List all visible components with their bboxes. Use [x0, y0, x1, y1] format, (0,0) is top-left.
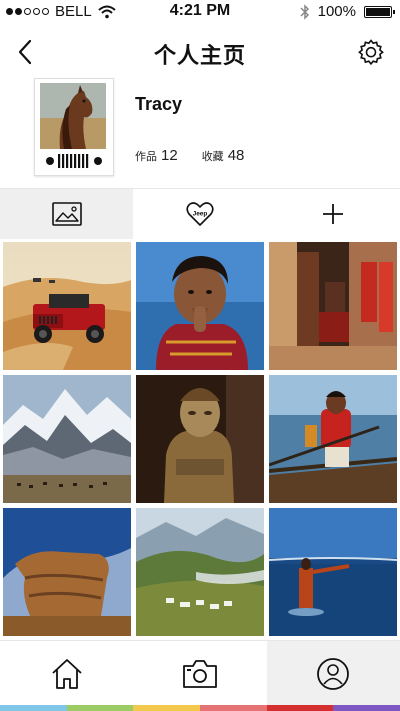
- settings-button[interactable]: [356, 38, 386, 68]
- photo-monk-in-water[interactable]: [269, 508, 397, 636]
- color-segment: [66, 705, 134, 711]
- favorites-label: 收藏: [201, 151, 224, 163]
- avatar[interactable]: [34, 78, 114, 176]
- color-segment: [266, 705, 334, 711]
- status-right: 100%: [300, 3, 395, 20]
- bottom-navigation: [0, 640, 400, 706]
- nav-home[interactable]: [0, 641, 133, 706]
- nav-camera[interactable]: [133, 641, 266, 706]
- favorites-count[interactable]: 48: [228, 147, 245, 164]
- page-title: 个人主页: [153, 43, 246, 68]
- navigation-bar: 个人主页: [0, 26, 400, 78]
- photo-jeep-desert[interactable]: [3, 242, 131, 370]
- brand-color-strip: [0, 705, 400, 711]
- works-label: 作品: [135, 151, 157, 163]
- battery-percent: 100%: [317, 3, 356, 20]
- heart-badge-text: Jeep: [193, 211, 208, 218]
- photo-snowy-mountains[interactable]: [3, 375, 131, 503]
- user-profile-icon: [317, 657, 350, 690]
- camera-icon: [183, 659, 217, 688]
- tab-favorites[interactable]: Jeep: [133, 189, 266, 239]
- profile-tabs: Jeep: [0, 188, 400, 239]
- photo-boatman-rowing[interactable]: [269, 375, 397, 503]
- home-icon: [52, 658, 82, 689]
- plus-icon: [323, 204, 344, 224]
- photo-grid: [3, 242, 397, 636]
- color-segment: [133, 705, 201, 711]
- avatar-photo: [40, 83, 106, 149]
- color-segment: [200, 705, 267, 711]
- heart-icon: Jeep: [186, 202, 214, 226]
- gear-icon: [358, 39, 384, 66]
- photo-boy-praying[interactable]: [136, 242, 264, 370]
- photo-temple-interior[interactable]: [269, 242, 397, 370]
- color-segment: [333, 705, 400, 711]
- bluetooth-icon: [300, 3, 309, 20]
- photo-rock-formation[interactable]: [3, 508, 131, 636]
- username: Tracy: [135, 94, 183, 114]
- photo-buddha-statue[interactable]: [136, 375, 264, 503]
- photo-mountain-village[interactable]: [136, 508, 264, 636]
- profile-header: Tracy 作品 12 收藏 48: [0, 78, 400, 188]
- color-segment: [0, 705, 67, 711]
- image-icon: [51, 202, 82, 226]
- works-count[interactable]: 12: [161, 147, 178, 164]
- tab-add[interactable]: [267, 189, 400, 239]
- jeep-grille-logo: [46, 154, 102, 168]
- status-bar: BELL 4:21 PM 100%: [0, 0, 400, 24]
- nav-profile[interactable]: [266, 641, 400, 706]
- tab-photos[interactable]: [0, 189, 134, 239]
- profile-stats: 作品 12 收藏 48: [135, 147, 268, 164]
- battery-icon: [364, 5, 395, 18]
